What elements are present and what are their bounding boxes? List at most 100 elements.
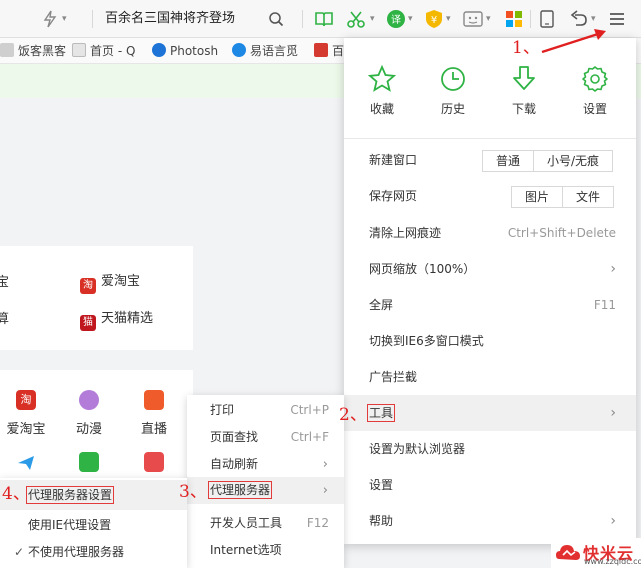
- menu-help[interactable]: 帮助 ›: [344, 503, 636, 539]
- svg-text:译: 译: [391, 14, 401, 26]
- checkmark-icon: ✓: [14, 545, 25, 559]
- shortcut-text: F11: [593, 298, 616, 312]
- apps-grid-icon[interactable]: [505, 9, 523, 29]
- menu-settings[interactable]: 设置: [344, 467, 636, 503]
- quick-favorites[interactable]: 收藏: [352, 64, 412, 117]
- building-icon[interactable]: [79, 452, 99, 472]
- live-camera-icon[interactable]: [144, 390, 164, 410]
- submenu-find[interactable]: 页面查找 Ctrl+F: [187, 424, 344, 451]
- plane-icon[interactable]: [16, 452, 36, 472]
- quick-label: 历史: [440, 102, 465, 116]
- download-icon: [513, 66, 535, 90]
- taobao-icon[interactable]: 淘: [16, 390, 36, 410]
- annotation-step-1: 1、: [512, 38, 540, 58]
- undo-icon[interactable]: [569, 9, 589, 29]
- shortcut-text: Ctrl+F: [290, 430, 329, 444]
- menu-clear-traces[interactable]: 清除上网痕迹 Ctrl+Shift+Delete: [344, 215, 636, 251]
- lightning-dropdown-icon[interactable]: ▾: [62, 9, 67, 29]
- use-ie-proxy-item[interactable]: 使用IE代理设置: [0, 510, 187, 540]
- tablet-icon[interactable]: [539, 9, 555, 29]
- toolbar-divider: [302, 10, 303, 28]
- app-label[interactable]: 直播: [129, 418, 179, 437]
- save-as-image-button[interactable]: 图片: [512, 187, 564, 207]
- new-window-normal-button[interactable]: 普通: [483, 151, 535, 171]
- app-label[interactable]: 爱淘宝: [1, 418, 51, 437]
- address-bar-text[interactable]: 百余名三国神将齐登场: [105, 9, 235, 29]
- tmall-icon: 猫: [80, 315, 96, 331]
- quick-download[interactable]: 下载: [494, 64, 554, 117]
- hamburger-menu-icon[interactable]: [607, 9, 627, 29]
- partial-link-text[interactable]: 宝: [0, 271, 9, 290]
- annotation-step-2: 2、: [339, 405, 367, 425]
- document-icon[interactable]: [144, 452, 164, 472]
- anime-cat-icon[interactable]: [79, 390, 99, 410]
- menu-default-browser[interactable]: 设置为默认浏览器: [344, 431, 636, 467]
- app-label[interactable]: 动漫: [64, 418, 114, 437]
- watermark-logo: 快米云 www.zzqidc.com: [551, 538, 641, 568]
- shortcut-text: Ctrl+Shift+Delete: [507, 226, 616, 240]
- bookmark-item[interactable]: 百: [314, 43, 344, 59]
- menu-ie6-mode[interactable]: 切换到IE6多窗口模式: [344, 323, 636, 359]
- tools-label: 工具: [366, 404, 396, 422]
- shortcut-text: Ctrl+P: [290, 403, 329, 417]
- menu-tools[interactable]: 工具 ›: [344, 395, 636, 431]
- submenu-print[interactable]: 打印 Ctrl+P: [187, 397, 344, 424]
- new-window-options: 普通 小号/无痕: [482, 150, 614, 172]
- screenshot-dropdown-icon[interactable]: ▾: [486, 9, 491, 29]
- annotation-step-3: 3、: [179, 482, 207, 502]
- reading-book-icon[interactable]: [314, 9, 334, 29]
- no-proxy-item[interactable]: ✓ 不使用代理服务器: [0, 537, 187, 567]
- play-icon: [232, 43, 246, 57]
- scissors-dropdown-icon[interactable]: ▾: [370, 9, 375, 29]
- chevron-right-icon: ›: [322, 483, 328, 498]
- submenu-internet-options[interactable]: Internet选项: [187, 537, 344, 564]
- bookmark-item[interactable]: 饭客黑客: [0, 43, 66, 59]
- link-aitaobao[interactable]: 淘爱淘宝: [80, 270, 140, 294]
- menu-zoom[interactable]: 网页缩放（100%） ›: [344, 251, 636, 287]
- bookmark-item[interactable]: Photosh: [152, 43, 218, 59]
- page-icon: [72, 43, 86, 57]
- toolbar-divider: [530, 10, 531, 28]
- screenshot-face-icon[interactable]: [462, 9, 484, 29]
- save-as-file-button[interactable]: 文件: [563, 187, 613, 207]
- shield-coin-icon[interactable]: ¥: [424, 9, 444, 29]
- quick-label: 下载: [511, 102, 536, 116]
- save-page-options: 图片 文件: [511, 186, 615, 208]
- menu-fullscreen[interactable]: 全屏 F11: [344, 287, 636, 323]
- submenu-devtools[interactable]: 开发人员工具 F12: [187, 510, 344, 537]
- proxy-label: 代理服务器: [207, 481, 273, 499]
- chevron-right-icon: ›: [610, 513, 616, 529]
- search-icon[interactable]: [268, 9, 284, 29]
- shield-dropdown-icon[interactable]: ▾: [446, 9, 451, 29]
- partial-link-text[interactable]: 算: [0, 308, 9, 327]
- star-icon: [367, 64, 397, 92]
- bookmark-item[interactable]: 易语言觅: [232, 43, 298, 59]
- quick-label: 设置: [582, 102, 607, 116]
- bookmark-item[interactable]: 首页 - Q: [72, 43, 135, 59]
- link-tmall[interactable]: 猫天猫精选: [80, 307, 153, 331]
- new-window-incognito-button[interactable]: 小号/无痕: [534, 151, 612, 171]
- lightning-icon[interactable]: [42, 9, 58, 29]
- chevron-right-icon: ›: [322, 457, 328, 472]
- submenu-proxy[interactable]: 代理服务器 ›: [187, 477, 344, 504]
- submenu-auto-refresh[interactable]: 自动刷新 ›: [187, 451, 344, 478]
- cloud-logo-icon: [556, 545, 580, 560]
- translate-dropdown-icon[interactable]: ▾: [408, 9, 413, 29]
- toolbar-divider: [92, 10, 93, 28]
- quick-settings[interactable]: 设置: [565, 64, 625, 117]
- menu-divider: [344, 138, 636, 139]
- menu-ad-block[interactable]: 广告拦截: [344, 359, 636, 395]
- quick-label: 收藏: [369, 102, 394, 116]
- scissors-icon[interactable]: [346, 9, 366, 29]
- quick-history[interactable]: 历史: [423, 64, 483, 117]
- menu-new-window[interactable]: 新建窗口 普通 小号/无痕: [344, 142, 636, 178]
- main-menu: 收藏 历史 下载 设置 新建窗口 普通 小号/无痕 保存网页 图片 文件 清除上…: [344, 38, 636, 544]
- page-icon: [0, 43, 14, 57]
- gear-icon: [582, 66, 608, 92]
- translate-icon[interactable]: 译: [386, 9, 406, 29]
- chevron-right-icon: ›: [610, 261, 616, 277]
- annotation-arrow-icon: [541, 29, 606, 54]
- menu-save-page[interactable]: 保存网页 图片 文件: [344, 178, 636, 214]
- undo-dropdown-icon[interactable]: ▾: [591, 9, 596, 29]
- links-card: 宝 算 淘爱淘宝 猫天猫精选: [0, 246, 193, 350]
